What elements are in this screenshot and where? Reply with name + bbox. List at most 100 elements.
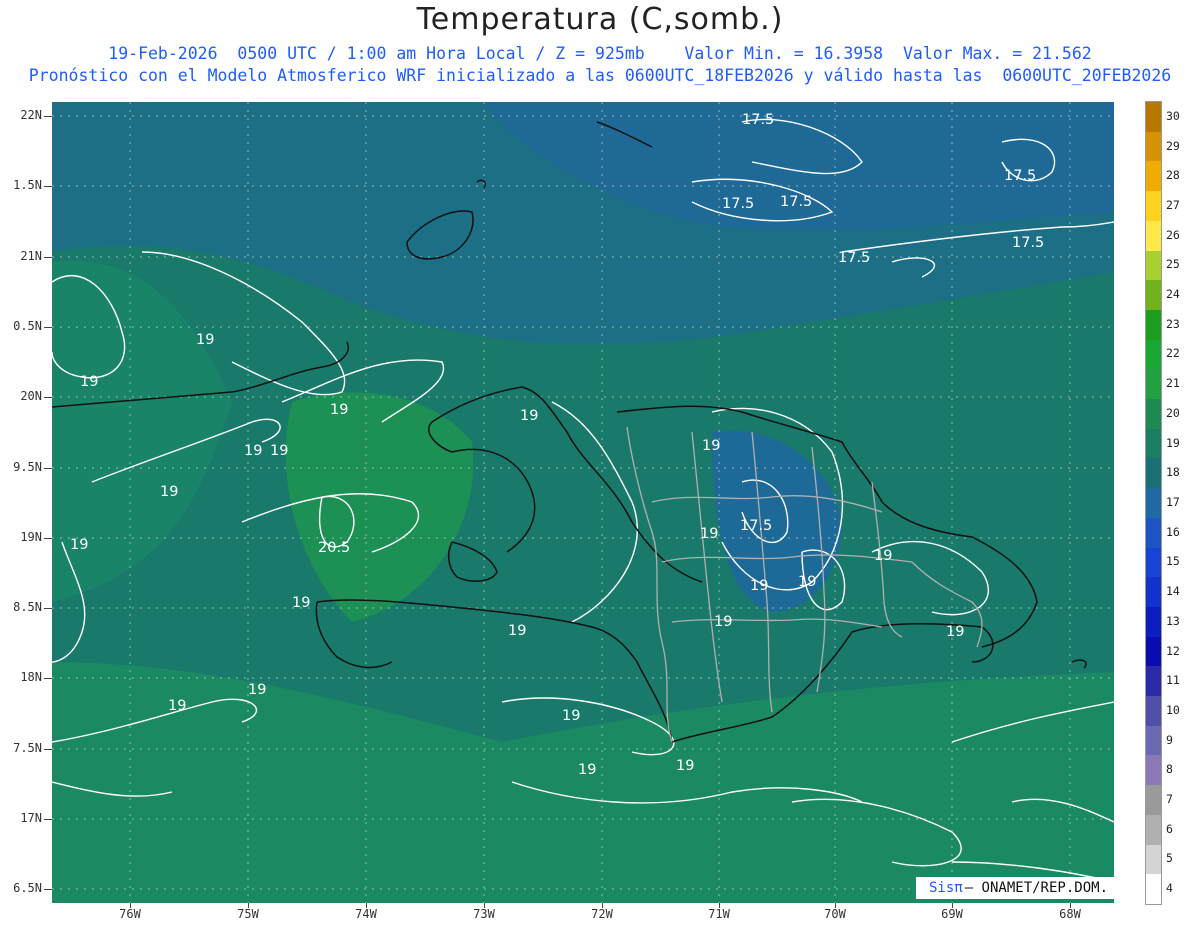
contour-label: 19 <box>520 408 538 424</box>
color-level-label: 21 <box>1166 376 1180 391</box>
contour-label: 19 <box>946 624 964 640</box>
contour-label: 19 <box>160 484 178 500</box>
contour-label: 19 <box>750 578 768 594</box>
contour-label: 17.5 <box>780 194 812 210</box>
map-canvas: 17.5 17.5 17.5 17.5 17.5 17.5 17.5 19 19… <box>52 102 1114 903</box>
contour-label: 19 <box>196 332 214 348</box>
contour-label: 19 <box>702 438 720 454</box>
lat-label: 8.5N <box>13 600 42 614</box>
lon-tick <box>1070 903 1071 908</box>
color-swatch <box>1146 725 1161 756</box>
color-swatch <box>1146 102 1161 133</box>
lat-label: 9.5N <box>13 460 42 474</box>
lat-tick <box>44 819 52 820</box>
lon-label: 72W <box>591 907 613 921</box>
forecast-info-line: 19-Feb-2026 0500 UTC / 1:00 am Hora Loca… <box>108 44 1092 63</box>
model-info-line: Pronóstico con el Modelo Atmosferico WRF… <box>28 66 1172 85</box>
map-title: Temperatura (C,somb.) <box>416 2 784 37</box>
color-swatch <box>1146 696 1161 727</box>
color-swatch <box>1146 577 1161 608</box>
contour-label: 17.5 <box>740 518 772 534</box>
lat-tick <box>44 678 52 679</box>
color-level-label: 28 <box>1166 168 1180 183</box>
color-level-label: 23 <box>1166 316 1180 331</box>
color-swatch <box>1146 814 1161 846</box>
contour-label: 17.5 <box>742 112 774 128</box>
lat-label: 20N <box>20 389 42 403</box>
lat-label: 17N <box>20 811 42 825</box>
color-swatch <box>1146 250 1161 281</box>
temperature-map[interactable]: 17.5 17.5 17.5 17.5 17.5 17.5 17.5 19 19… <box>52 102 1114 903</box>
color-swatch <box>1146 399 1161 430</box>
lon-label: 70W <box>824 907 846 921</box>
color-swatch <box>1146 369 1161 400</box>
color-level-label: 26 <box>1166 227 1180 242</box>
lat-tick <box>44 608 52 609</box>
color-swatch <box>1146 547 1161 578</box>
contour-label: 19 <box>80 374 98 390</box>
color-level-label: 24 <box>1166 287 1180 302</box>
color-level-label: 20 <box>1166 405 1180 420</box>
credit-box: Sisπ – ONAMET/REP.DOM. <box>916 877 1121 899</box>
lon-tick <box>835 903 836 908</box>
contour-label: 19 <box>70 537 88 553</box>
color-swatch <box>1146 517 1161 549</box>
lat-label: 19N <box>20 530 42 544</box>
color-swatch <box>1146 458 1161 489</box>
color-swatch <box>1146 161 1161 192</box>
lon-label: 68W <box>1059 907 1081 921</box>
color-swatch <box>1146 309 1161 341</box>
contour-label: 20.5 <box>318 540 350 556</box>
color-level-label: 4 <box>1166 881 1173 896</box>
lat-label: 1.5N <box>13 178 42 192</box>
contour-label: 19 <box>248 682 266 698</box>
color-level-label: 18 <box>1166 465 1180 480</box>
color-level-label: 6 <box>1166 821 1173 836</box>
lat-label: 21N <box>20 249 42 263</box>
color-swatch <box>1146 131 1161 162</box>
lat-label: 22N <box>20 108 42 122</box>
contour-label: 19 <box>874 548 892 564</box>
contour-label: 19 <box>244 443 262 459</box>
color-swatch <box>1146 488 1161 519</box>
color-swatch <box>1146 220 1161 252</box>
color-scale-bar <box>1145 101 1162 905</box>
lat-tick <box>44 889 52 890</box>
contour-label: 17.5 <box>1012 235 1044 251</box>
color-swatch <box>1146 191 1161 222</box>
color-swatch <box>1146 339 1161 370</box>
color-level-label: 17 <box>1166 495 1180 509</box>
lat-tick <box>44 186 52 187</box>
contour-label: 19 <box>330 402 348 418</box>
lon-tick <box>484 903 485 908</box>
color-swatch <box>1146 606 1161 638</box>
lat-tick <box>44 538 52 539</box>
color-swatch <box>1146 755 1161 786</box>
lat-tick <box>44 468 52 469</box>
color-level-label: 5 <box>1166 851 1173 866</box>
contour-label: 19 <box>270 443 288 459</box>
color-level-label: 25 <box>1166 257 1180 272</box>
color-level-label: 22 <box>1166 346 1180 361</box>
contour-label: 19 <box>676 758 694 774</box>
contour-label: 19 <box>168 698 186 714</box>
lat-label: 7.5N <box>13 741 42 755</box>
color-level-label: 11 <box>1166 673 1180 688</box>
color-level-label: 27 <box>1166 197 1180 212</box>
contour-label: 19 <box>292 595 310 611</box>
lon-tick <box>602 903 603 908</box>
lon-label: 71W <box>708 907 730 921</box>
lon-label: 74W <box>355 907 377 921</box>
contour-label: 19 <box>714 614 732 630</box>
color-level-label: 12 <box>1166 643 1180 658</box>
lon-tick <box>366 903 367 908</box>
lat-label: 18N <box>20 670 42 684</box>
color-swatch <box>1146 844 1161 875</box>
color-swatch <box>1146 785 1161 816</box>
color-level-label: 9 <box>1166 732 1173 747</box>
color-level-label: 7 <box>1166 792 1173 807</box>
color-level-label: 30 <box>1166 108 1180 123</box>
lat-label: 6.5N <box>13 881 42 895</box>
lon-label: 76W <box>119 907 141 921</box>
color-level-label: 13 <box>1166 613 1180 628</box>
